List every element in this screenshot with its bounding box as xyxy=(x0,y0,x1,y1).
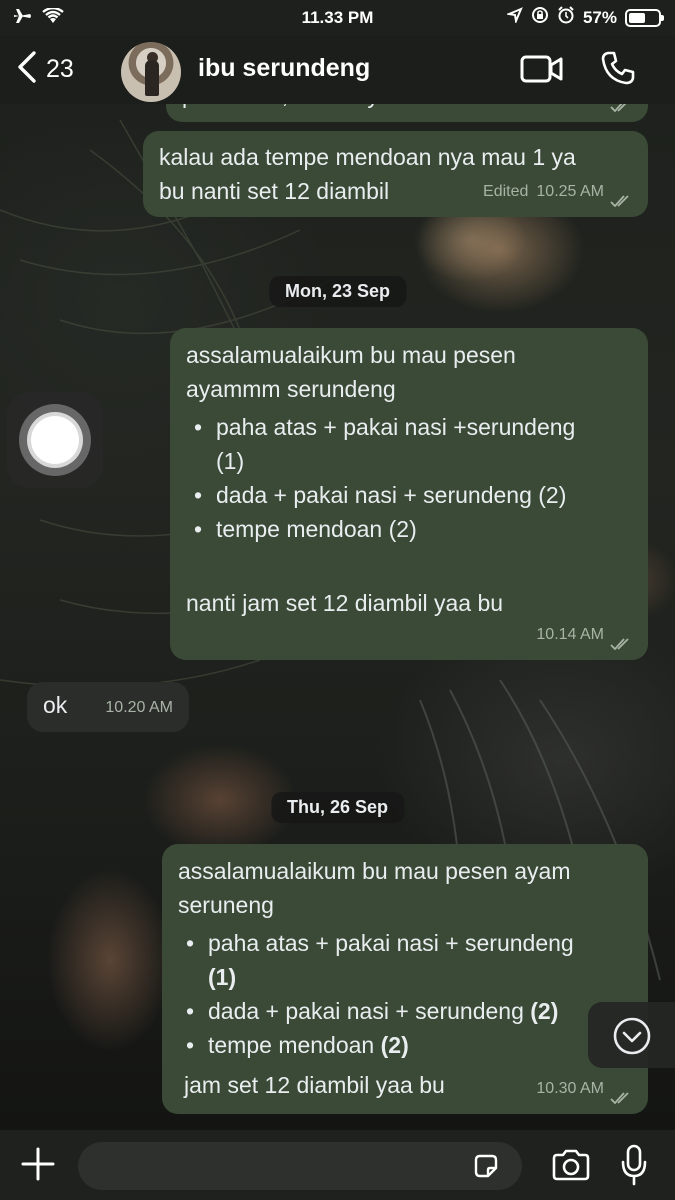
message-bubble-incoming[interactable]: ok 10.20 AM xyxy=(27,682,189,732)
unread-count: 23 xyxy=(46,55,74,83)
contact-name[interactable]: ibu serundeng xyxy=(198,54,370,83)
date-separator: Mon, 23 Sep xyxy=(268,276,407,307)
message-text: assalamualaikum bu mau pesen ayammm seru… xyxy=(186,338,636,620)
avatar[interactable] xyxy=(121,42,181,102)
message-bubble-outgoing[interactable]: assalamualaikum bu mau pesen ayam serune… xyxy=(162,844,648,1114)
message-bubble-outgoing[interactable]: assalamualaikum bu mau pesen ayammm seru… xyxy=(170,328,648,660)
back-button[interactable]: 23 xyxy=(16,50,74,89)
assistive-touch-center xyxy=(31,416,79,464)
message-time: 10.25 AM xyxy=(536,104,604,114)
message-line: ayammm serundeng xyxy=(186,376,396,402)
list-item-line: (1) xyxy=(216,448,245,474)
message-bubble-outgoing[interactable]: kalau ada tempe mendoan nya mau 1 ya bu … xyxy=(143,131,648,217)
message-time: 10.30 AM xyxy=(536,1080,604,1097)
voice-call-button[interactable] xyxy=(600,50,636,91)
message-text: paha nasi, bikin 2 yaa bu xyxy=(182,104,436,112)
list-item: tempe mendoan (2) xyxy=(186,512,636,546)
camera-button[interactable] xyxy=(551,1148,591,1187)
list-item-quantity: (1) xyxy=(208,964,237,990)
message-text: ok xyxy=(43,692,68,718)
message-line: seruneng xyxy=(178,892,274,918)
location-icon xyxy=(505,7,523,28)
chat-header: 23 ibu serundeng xyxy=(0,36,675,104)
message-text: assalamualaikum bu mau pesen ayam serune… xyxy=(178,854,644,1102)
message-meta: 10.20 AM xyxy=(105,691,173,725)
message-line: assalamualaikum bu mau pesen ayam xyxy=(178,858,571,884)
message-time: 10.25 AM xyxy=(536,183,604,200)
back-chevron-icon xyxy=(16,50,38,89)
date-separator: Thu, 26 Sep xyxy=(270,792,405,823)
message-line: kalau ada tempe mendoan nya mau 1 ya xyxy=(159,144,576,170)
message-list[interactable]: paha nasi, bikin 2 yaa bu 10.25 AM kalau… xyxy=(0,104,675,1130)
message-line: nanti jam set 12 diambil yaa bu xyxy=(186,590,504,616)
attach-button[interactable] xyxy=(20,1146,56,1187)
message-meta: 10.14 AM xyxy=(536,618,632,652)
avatar-figure xyxy=(145,60,159,96)
edited-label: Edited xyxy=(483,183,529,200)
list-item-line: tempe mendoan xyxy=(208,1032,381,1058)
list-item-line: dada + pakai nasi + serundeng xyxy=(208,998,531,1024)
status-right: 57% xyxy=(505,6,664,29)
microphone-button[interactable] xyxy=(620,1144,648,1191)
list-item: paha atas + pakai nasi + serundeng (1) xyxy=(178,926,644,994)
orientation-lock-icon xyxy=(531,6,549,29)
assistive-touch-button[interactable] xyxy=(7,392,103,488)
order-list: paha atas + pakai nasi +serundeng (1) da… xyxy=(186,410,636,546)
list-item: dada + pakai nasi + serundeng (2) xyxy=(178,994,644,1028)
status-bar: 11.33 PM 57% xyxy=(0,0,675,36)
list-item-line: paha atas + pakai nasi +serundeng xyxy=(216,414,576,440)
video-camera-icon xyxy=(520,55,564,89)
message-meta: 10.25 AM xyxy=(536,104,632,114)
list-item-quantity: (2) xyxy=(380,1032,409,1058)
camera-icon xyxy=(551,1149,591,1186)
read-ticks-icon xyxy=(610,1083,632,1105)
order-list: paha atas + pakai nasi + serundeng (1) d… xyxy=(178,926,644,1062)
list-item-quantity: (2) xyxy=(530,998,559,1024)
message-input[interactable] xyxy=(78,1142,522,1190)
list-item-line: tempe mendoan (2) xyxy=(216,516,417,542)
battery-level xyxy=(629,12,645,23)
list-item: tempe mendoan (2) xyxy=(178,1028,644,1062)
list-item-line: paha atas + pakai nasi + serundeng xyxy=(208,930,574,956)
battery-icon xyxy=(625,8,664,27)
list-item-line: dada + pakai nasi + serundeng (2) xyxy=(216,482,567,508)
read-ticks-icon xyxy=(610,186,632,208)
sticker-button[interactable] xyxy=(472,1152,500,1185)
message-bubble-outgoing[interactable]: paha nasi, bikin 2 yaa bu 10.25 AM xyxy=(166,104,648,122)
microphone-icon xyxy=(620,1144,648,1190)
video-call-button[interactable] xyxy=(520,53,564,90)
battery-percent: 57% xyxy=(582,7,617,27)
list-item: paha atas + pakai nasi +serundeng (1) xyxy=(186,410,636,478)
scroll-to-bottom-button[interactable] xyxy=(588,1002,675,1068)
list-item: dada + pakai nasi + serundeng (2) xyxy=(186,478,636,512)
alarm-icon xyxy=(557,6,575,29)
message-input-bar xyxy=(0,1130,675,1200)
chevron-down-circle-icon xyxy=(612,1016,652,1061)
message-line: assalamualaikum bu mau pesen xyxy=(186,342,516,368)
sticker-icon xyxy=(472,1154,500,1184)
plus-icon xyxy=(20,1147,56,1186)
message-meta: Edited 10.25 AM xyxy=(483,175,632,209)
message-time: 10.14 AM xyxy=(536,626,604,643)
read-ticks-icon xyxy=(610,629,632,651)
message-time: 10.20 AM xyxy=(105,699,173,716)
phone-icon xyxy=(600,51,636,90)
message-meta: 10.30 AM xyxy=(536,1072,632,1106)
